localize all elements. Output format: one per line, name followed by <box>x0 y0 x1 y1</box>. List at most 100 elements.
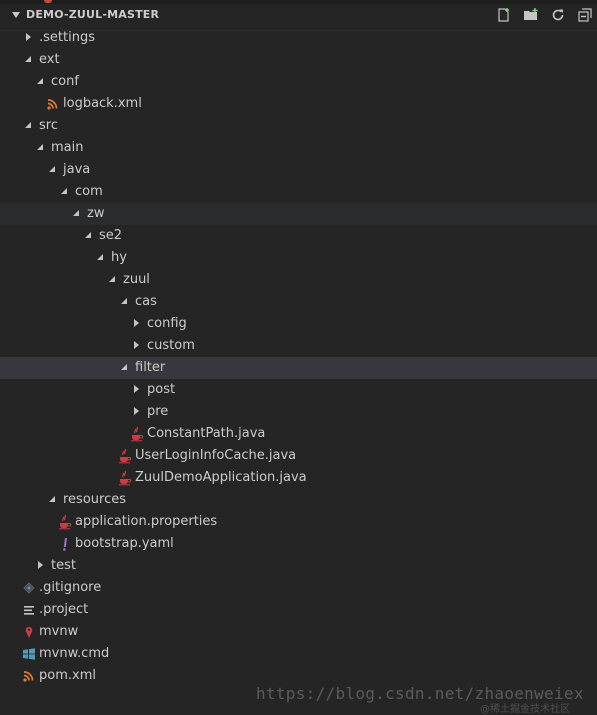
java-icon <box>130 426 144 442</box>
tree-item-label: filter <box>135 360 166 375</box>
chevron-down-icon[interactable] <box>37 78 45 86</box>
tree-item-label: hy <box>111 250 127 265</box>
tree-item-label: src <box>39 118 58 133</box>
tab-strip-remnant <box>0 0 597 4</box>
tree-item-label: java <box>63 162 91 177</box>
tree-item-label: se2 <box>99 228 123 243</box>
tree-folder-row[interactable]: hy <box>0 247 597 269</box>
tab-indicator <box>44 0 52 3</box>
tree-file-row[interactable]: mvnw.cmd <box>0 643 597 665</box>
tree-item-label: conf <box>51 74 79 89</box>
explorer-actions <box>485 7 593 23</box>
tree-file-row[interactable]: .project <box>0 599 597 621</box>
tree-item-label: test <box>51 558 76 573</box>
tree-item-label: zw <box>87 206 105 221</box>
explorer-title[interactable]: DEMO-ZUUL-MASTER <box>26 8 159 21</box>
tree-item-label: custom <box>147 338 195 353</box>
tree-folder-row[interactable]: pre <box>0 401 597 423</box>
java-icon <box>118 470 132 486</box>
tree-folder-row[interactable]: zuul <box>0 269 597 291</box>
tree-item-label: com <box>75 184 103 199</box>
tree-folder-row[interactable]: cas <box>0 291 597 313</box>
java-icon <box>58 514 72 530</box>
xml-icon <box>22 668 36 684</box>
tree-folder-row[interactable]: config <box>0 313 597 335</box>
chevron-down-icon[interactable] <box>49 166 57 174</box>
tree-folder-row[interactable]: filter <box>0 357 597 379</box>
refresh-icon[interactable] <box>550 7 566 23</box>
tree-folder-row[interactable]: test <box>0 555 597 577</box>
chevron-right-icon[interactable] <box>133 407 141 416</box>
tree-folder-row[interactable]: .settings <box>0 27 597 49</box>
tree-folder-row[interactable]: post <box>0 379 597 401</box>
tree-item-label: .project <box>39 602 89 617</box>
tree-file-row[interactable]: ZuulDemoApplication.java <box>0 467 597 489</box>
watermark-subtext: @稀土掘金技术社区 <box>480 704 570 715</box>
chevron-down-icon[interactable] <box>37 144 45 152</box>
text-lines-icon <box>22 602 36 618</box>
chevron-down-icon[interactable] <box>73 210 81 218</box>
new-file-icon[interactable] <box>496 7 512 23</box>
chevron-down-icon[interactable] <box>25 56 33 64</box>
chevron-down-icon[interactable] <box>121 298 129 306</box>
tree-folder-row[interactable]: src <box>0 115 597 137</box>
tree-folder-row[interactable]: com <box>0 181 597 203</box>
tree-item-label: .gitignore <box>39 580 102 595</box>
chevron-right-icon[interactable] <box>133 385 141 394</box>
tree-item-label: post <box>147 382 176 397</box>
tree-item-label: bootstrap.yaml <box>75 536 174 551</box>
tree-file-row[interactable]: UserLoginInfoCache.java <box>0 445 597 467</box>
chevron-down-icon[interactable] <box>12 12 20 18</box>
tree-folder-row[interactable]: main <box>0 137 597 159</box>
tree-folder-row[interactable]: resources <box>0 489 597 511</box>
chevron-right-icon[interactable] <box>133 319 141 328</box>
chevron-down-icon[interactable] <box>49 496 57 504</box>
tree-item-label: ZuulDemoApplication.java <box>135 470 307 485</box>
tree-item-label: resources <box>63 492 127 507</box>
tree-folder-row[interactable]: java <box>0 159 597 181</box>
chevron-down-icon[interactable] <box>109 276 117 284</box>
chevron-down-icon[interactable] <box>25 122 33 130</box>
tree-folder-row[interactable]: se2 <box>0 225 597 247</box>
chevron-right-icon[interactable] <box>133 341 141 350</box>
chevron-right-icon[interactable] <box>25 33 33 42</box>
java-icon <box>118 448 132 464</box>
tree-file-row[interactable]: bootstrap.yaml <box>0 533 597 555</box>
tree-item-label: application.properties <box>75 514 218 529</box>
tree-item-label: pre <box>147 404 169 419</box>
yaml-icon <box>58 536 72 552</box>
tree-item-label: UserLoginInfoCache.java <box>135 448 297 463</box>
tree-item-label: logback.xml <box>63 96 142 111</box>
tree-file-row[interactable]: logback.xml <box>0 93 597 115</box>
tree-item-label: ext <box>39 52 60 67</box>
tree-item-label: ConstantPath.java <box>147 426 266 441</box>
git-icon <box>22 580 36 596</box>
tree-file-row[interactable]: ConstantPath.java <box>0 423 597 445</box>
pin-icon <box>22 624 36 640</box>
tree-file-row[interactable]: application.properties <box>0 511 597 533</box>
xml-icon <box>46 96 60 112</box>
tree-item-label: config <box>147 316 187 331</box>
tree-item-label: mvnw.cmd <box>39 646 110 661</box>
new-folder-icon[interactable] <box>523 7 539 23</box>
chevron-down-icon[interactable] <box>85 232 93 240</box>
tree-folder-row[interactable]: conf <box>0 71 597 93</box>
tree-file-row[interactable]: mvnw <box>0 621 597 643</box>
tree-folder-row[interactable]: ext <box>0 49 597 71</box>
tree-file-row[interactable]: .gitignore <box>0 577 597 599</box>
tree-folder-row[interactable]: custom <box>0 335 597 357</box>
tree-item-label: .settings <box>39 30 95 45</box>
tree-item-label: mvnw <box>39 624 79 639</box>
tree-item-label: zuul <box>123 272 150 287</box>
file-tree: .settings ext conf logback.xml src main java co… <box>0 27 597 687</box>
chevron-down-icon[interactable] <box>121 364 129 372</box>
collapse-all-icon[interactable] <box>577 7 593 23</box>
chevron-down-icon[interactable] <box>61 188 69 196</box>
tree-folder-row[interactable]: zw <box>0 203 597 225</box>
tree-item-label: pom.xml <box>39 668 96 683</box>
chevron-right-icon[interactable] <box>37 561 45 570</box>
windows-icon <box>22 646 36 662</box>
tree-item-label: cas <box>135 294 157 309</box>
tree-item-label: main <box>51 140 84 155</box>
chevron-down-icon[interactable] <box>97 254 105 262</box>
